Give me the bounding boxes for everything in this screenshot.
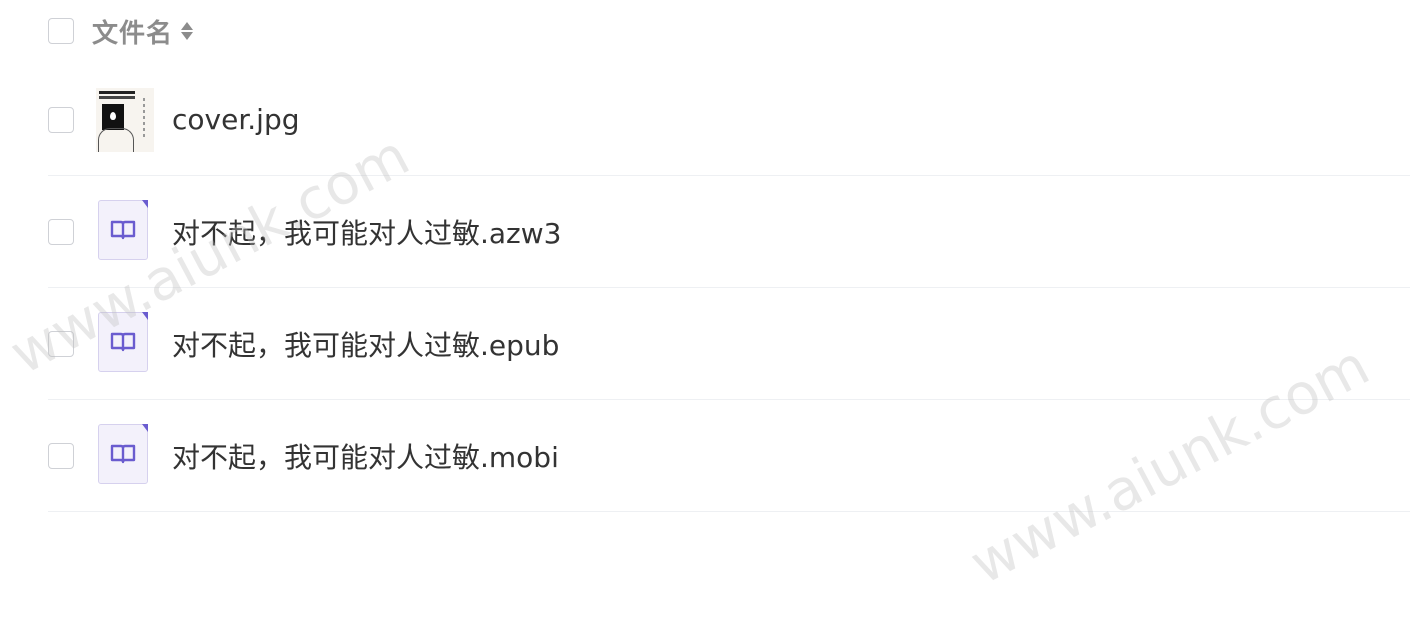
file-row[interactable]: 对不起，我可能对人过敏.epub <box>48 288 1410 400</box>
ebook-icon <box>98 423 148 484</box>
sort-icon[interactable] <box>181 22 194 40</box>
file-name[interactable]: 对不起，我可能对人过敏.mobi <box>172 436 559 476</box>
file-row[interactable]: 对不起，我可能对人过敏.mobi <box>48 400 1410 512</box>
ebook-icon <box>98 199 148 260</box>
file-row[interactable]: 对不起，我可能对人过敏.azw3 <box>48 176 1410 288</box>
column-header-filename[interactable]: 文件名 <box>92 13 173 50</box>
file-checkbox[interactable] <box>48 442 74 469</box>
file-list-header: 文件名 <box>48 13 194 50</box>
ebook-icon <box>98 311 148 372</box>
file-checkbox[interactable] <box>48 330 74 357</box>
select-all-checkbox[interactable] <box>48 18 74 44</box>
file-name[interactable]: 对不起，我可能对人过敏.azw3 <box>172 212 561 252</box>
file-checkbox[interactable] <box>48 106 74 133</box>
file-name[interactable]: 对不起，我可能对人过敏.epub <box>172 324 559 364</box>
file-checkbox[interactable] <box>48 218 74 245</box>
file-name[interactable]: cover.jpg <box>172 103 300 136</box>
file-row[interactable]: cover.jpg <box>48 64 1410 176</box>
image-thumbnail-icon <box>96 87 154 152</box>
